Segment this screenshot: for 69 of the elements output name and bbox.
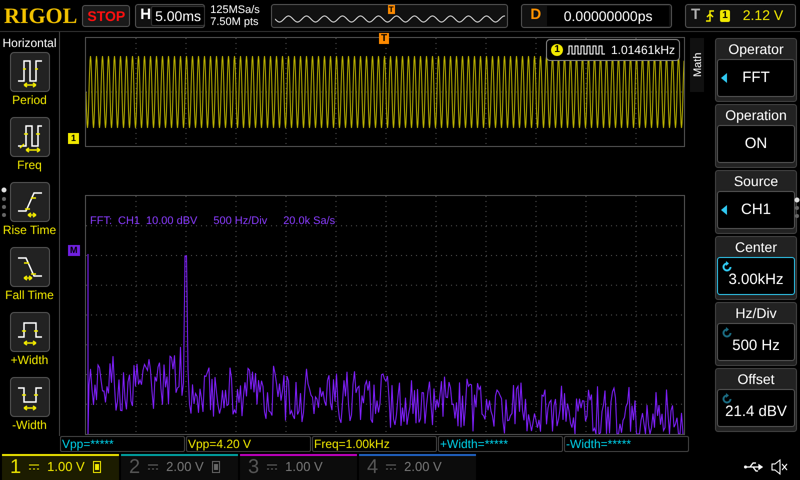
channel-status[interactable]: 3 1.00 V <box>240 454 357 480</box>
rising-edge-icon <box>705 8 716 22</box>
measurement-readout: Freq=1.00kHz <box>312 436 437 452</box>
dc-coupling-icon <box>267 464 278 470</box>
sample-rate: 125MSa/s <box>210 4 261 16</box>
rotate-knob-icon <box>721 261 733 273</box>
fft-info-text: 10.00 dBV <box>146 214 198 229</box>
channel-scale: 2.00 V <box>166 458 204 476</box>
left-arrow-icon <box>721 73 727 83</box>
channel-status[interactable]: 4 2.00 V <box>359 454 476 480</box>
memory-depth: 7.50M pts <box>210 16 260 28</box>
menu-tab[interactable]: Math <box>690 38 704 92</box>
rotate-knob-icon <box>721 393 733 405</box>
channel-marker: 1 <box>68 133 80 144</box>
menu-option[interactable]: Hz/Div 500 Hz <box>715 302 797 366</box>
trigger-position-marker: T <box>379 33 390 44</box>
fft-info-text: FFT: <box>90 214 112 229</box>
measurement-readout: -Width=***** <box>564 436 689 452</box>
measurement-readout: Vpp=4.20 V <box>186 436 311 452</box>
menu-option[interactable]: Operation ON <box>715 104 797 168</box>
delay-label: D <box>530 5 542 26</box>
measurement-button[interactable]: Rise Time <box>2 182 56 246</box>
channel-number: 2 <box>129 457 140 477</box>
channel-number: 4 <box>367 457 378 477</box>
trigger-channel: 1 <box>720 10 730 22</box>
trigger-label: T <box>691 5 700 26</box>
option-value: 21.4 dBV <box>725 402 787 422</box>
dc-coupling-icon <box>29 464 40 470</box>
page-indicator-icon <box>794 197 800 219</box>
counter-channel: 1 <box>551 44 563 56</box>
measurement-readout: Vpp=***** <box>60 436 185 452</box>
fft-info-text: CH1 <box>118 214 140 229</box>
timebase-label: H <box>140 5 152 26</box>
channel-scale: 1.00 V <box>285 458 323 476</box>
channel-status[interactable]: 2 2.00 V <box>121 454 238 480</box>
option-value: FFT <box>742 68 770 88</box>
option-value: 500 Hz <box>732 336 780 356</box>
option-value: ON <box>744 134 768 154</box>
fft-info-text: 500 Hz/Div <box>213 214 268 229</box>
speaker-muted-icon <box>770 458 788 476</box>
overview-trigger-marker: T <box>388 4 395 14</box>
rotate-knob-icon <box>721 327 733 339</box>
menu-option[interactable]: Operator FFT <box>715 38 797 102</box>
brand-logo: RIGOL <box>4 4 78 26</box>
channel-number: 3 <box>248 457 260 477</box>
channel-scale: 2.00 V <box>404 458 442 476</box>
dc-coupling-icon <box>148 464 158 470</box>
fft-info-text: 20.0k Sa/s <box>283 214 336 229</box>
page-indicator-icon <box>1 187 7 217</box>
usb-icon <box>744 461 764 473</box>
menu-title: Horizontal <box>2 36 57 50</box>
delay-value: 0.00000000ps <box>547 6 670 26</box>
counter-value: 1.01461kHz <box>610 42 675 59</box>
left-arrow-icon <box>721 205 727 215</box>
channel-status[interactable]: 1 1.00 V <box>2 454 119 480</box>
dc-coupling-icon <box>386 464 396 470</box>
trigger-level: 2.12 V <box>742 6 784 25</box>
channel-number: 1 <box>10 457 22 477</box>
menu-option[interactable]: Offset 21.4 dBV <box>715 368 797 432</box>
square-wave-icon <box>566 44 607 56</box>
menu-option[interactable]: Center 3.00kHz <box>715 236 797 300</box>
math-marker: M <box>68 245 80 256</box>
timebase-value: 5.00ms <box>151 6 205 26</box>
option-value: CH1 <box>740 200 771 220</box>
run-state-indicator: STOP <box>82 4 130 26</box>
menu-option[interactable]: Source CH1 <box>715 170 797 234</box>
measurement-readout: +Width=***** <box>438 436 563 452</box>
option-value: 3.00kHz <box>728 270 784 290</box>
channel-scale: 1.00 V <box>47 458 85 476</box>
